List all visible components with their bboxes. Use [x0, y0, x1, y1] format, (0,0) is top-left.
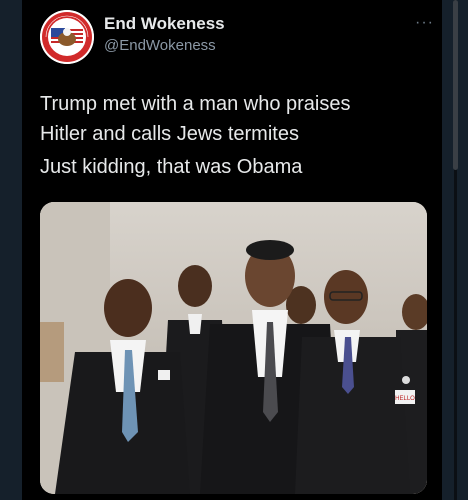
group-photo-image: HELLO: [40, 202, 427, 494]
name-tag: HELLO: [395, 396, 415, 402]
tweet-media-photo[interactable]: HELLO: [40, 202, 427, 494]
tweet-card: End Wokeness @EndWokeness ··· Trump met …: [22, 0, 442, 500]
scrollbar-thumb[interactable]: [453, 0, 458, 170]
avatar[interactable]: [40, 10, 94, 64]
user-handle[interactable]: @EndWokeness: [104, 37, 216, 54]
tweet-text-line-2: Hitler and calls Jews termites: [40, 123, 299, 145]
display-name[interactable]: End Wokeness: [104, 14, 225, 34]
window-left-edge: [0, 0, 22, 500]
tweet-text-line-1: Trump met with a man who praises: [40, 93, 351, 115]
tweet-text-line-3: Just kidding, that was Obama: [40, 156, 303, 178]
more-options-icon[interactable]: ···: [415, 14, 434, 32]
eagle-flag-badge-icon: [40, 10, 94, 64]
scrollbar[interactable]: [442, 0, 468, 500]
